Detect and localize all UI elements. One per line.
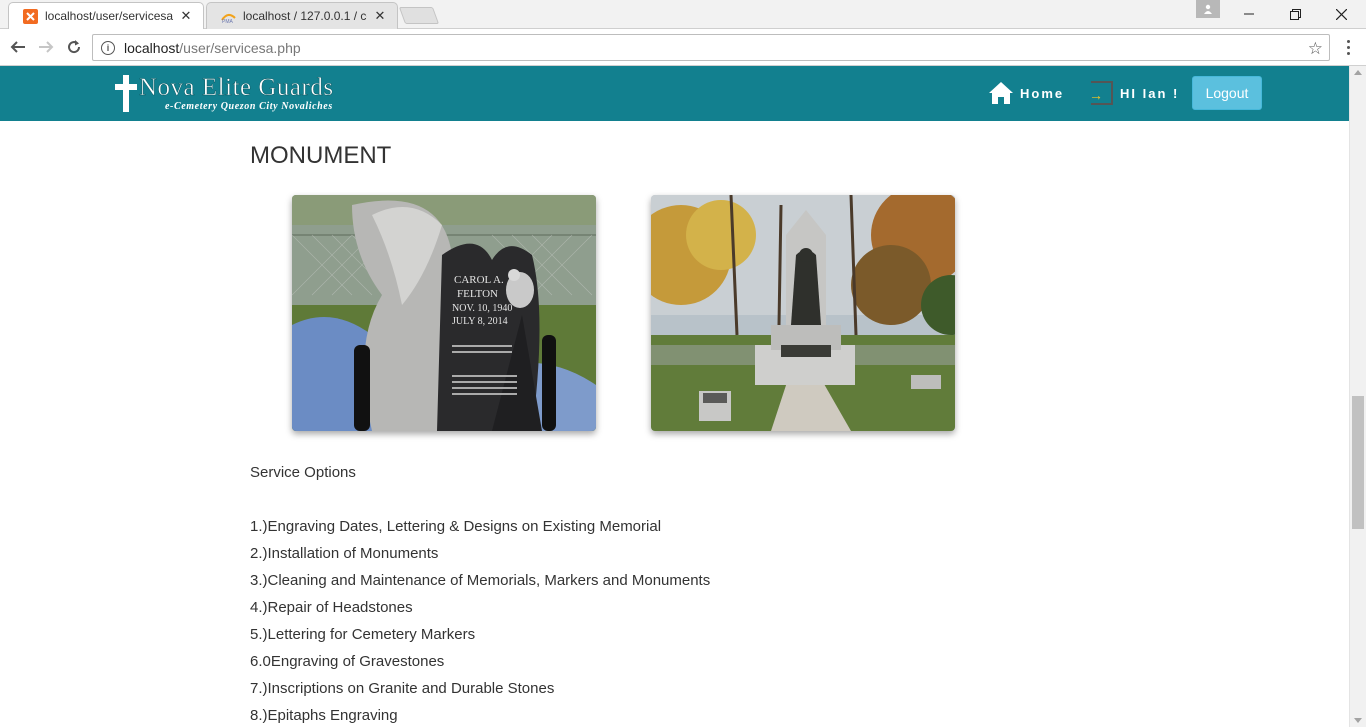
tab-title: localhost/user/servicesa.p [45, 9, 173, 23]
cemetery-monument-photo [651, 195, 955, 431]
brand-tagline: e-Cemetery Quezon City Novaliches [165, 101, 333, 112]
service-options-list: 1.)Engraving Dates, Lettering & Designs … [250, 518, 710, 727]
restore-icon[interactable] [1272, 0, 1318, 28]
engraving-name-1: CAROL A. [454, 274, 504, 286]
list-item: 4.)Repair of Headstones [250, 599, 413, 616]
browser-menu-icon[interactable] [1340, 37, 1356, 57]
url-path: /user/servicesa.php [179, 39, 301, 56]
reload-icon[interactable] [64, 37, 84, 57]
list-item: 1.)Engraving Dates, Lettering & Designs … [250, 518, 662, 535]
page-title: MONUMENT [250, 142, 392, 169]
list-item: 8.)Epitaphs Engraving [250, 707, 398, 724]
logout-button[interactable]: Logout [1192, 76, 1262, 110]
list-item: 5.)Lettering for Cemetery Markers [250, 626, 476, 643]
list-item: 2.)Installation of Monuments [250, 545, 439, 562]
bookmark-star-icon[interactable]: ☆ [1308, 39, 1323, 59]
engraving-date-2: JULY 8, 2014 [452, 316, 508, 327]
home-icon [989, 82, 1013, 104]
browser-tab-strip: localhost/user/servicesa.p ✕ PMA localho… [0, 0, 1366, 29]
browser-tab[interactable]: PMA localhost / 127.0.0.1 / cem ✕ [206, 2, 398, 29]
scrollbar-thumb[interactable] [1352, 396, 1364, 529]
minimize-icon[interactable] [1226, 0, 1272, 28]
site-logo[interactable]: Nova Elite Guards e-Cemetery Quezon City… [115, 75, 334, 115]
scroll-up-arrow-icon[interactable] [1354, 70, 1362, 75]
svg-text:PMA: PMA [222, 19, 234, 24]
new-tab-button[interactable] [398, 7, 440, 24]
angel-headstone-photo: CAROL A. FELTON NOV. 10, 1940 JULY 8, 20… [292, 195, 596, 431]
vertical-scrollbar[interactable] [1349, 66, 1366, 727]
engraving-name-2: FELTON [457, 288, 498, 300]
xampp-favicon-icon [23, 8, 38, 24]
browser-tab-active[interactable]: localhost/user/servicesa.p ✕ [8, 2, 204, 29]
login-icon: → [1089, 81, 1113, 105]
list-item: 6.0Engraving of Gravestones [250, 653, 445, 670]
info-icon[interactable]: i [101, 40, 115, 55]
nav-user-greeting[interactable]: → HI Ian ! [1089, 81, 1180, 105]
brand-name: Nova Elite Guards [139, 74, 334, 101]
profile-icon[interactable] [1196, 0, 1220, 18]
list-item: 3.)Cleaning and Maintenance of Memorials… [250, 572, 711, 589]
engraving-date-1: NOV. 10, 1940 [452, 303, 512, 314]
page-viewport: Nova Elite Guards e-Cemetery Quezon City… [0, 66, 1349, 727]
nav-home-label: Home [1020, 85, 1065, 101]
browser-toolbar: i localhost/user/servicesa.php ☆ [0, 29, 1366, 66]
url-host: localhost [124, 39, 180, 56]
cross-icon [115, 75, 137, 112]
tab-title: localhost / 127.0.0.1 / cem [243, 9, 367, 23]
nav-home-link[interactable]: Home [988, 81, 1064, 105]
tab-close-icon[interactable]: ✕ [179, 8, 193, 24]
list-item: 7.)Inscriptions on Granite and Durable S… [250, 680, 555, 697]
tab-close-icon[interactable]: ✕ [373, 8, 387, 24]
forward-arrow-icon[interactable] [36, 37, 56, 57]
phpmyadmin-favicon-icon: PMA [221, 9, 236, 24]
address-bar[interactable]: i localhost/user/servicesa.php ☆ [92, 34, 1330, 61]
back-arrow-icon[interactable] [8, 37, 28, 57]
close-window-icon[interactable] [1318, 0, 1364, 28]
scroll-down-arrow-icon[interactable] [1354, 718, 1362, 723]
site-header: Nova Elite Guards e-Cemetery Quezon City… [0, 66, 1349, 121]
service-options-heading: Service Options [250, 464, 356, 481]
user-greeting-label: HI Ian ! [1120, 85, 1180, 101]
